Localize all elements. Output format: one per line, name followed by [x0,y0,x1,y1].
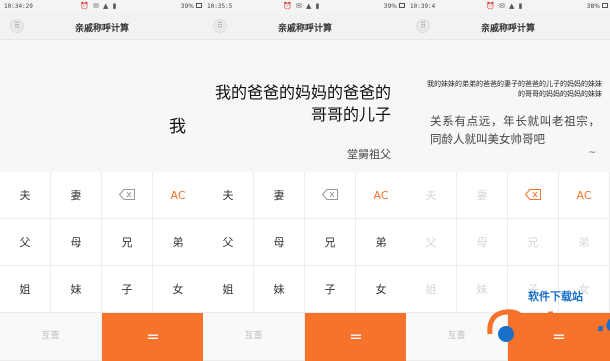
title-bar: ⠿ 亲戚称呼计算 [406,13,610,40]
battery-percent: 39% [180,3,194,10]
key-elder-sister[interactable]: 姐 [203,266,254,313]
battery-percent: 39% [383,3,397,10]
key-father[interactable]: 父 [406,219,457,266]
keypad: 夫妻 AC 父母兄弟姐妹子女互查 = [203,172,407,361]
status-time: 10:35:5 [207,3,233,10]
key-son[interactable]: 子 [305,266,356,313]
battery-icon [399,3,405,8]
key-elder-sister[interactable]: 姐 [0,266,51,313]
key-daughter[interactable]: 女 [153,266,204,313]
key-younger-sister[interactable]: 妹 [457,266,508,313]
key-younger-sister[interactable]: 妹 [254,266,305,313]
key-mother[interactable]: 母 [457,219,508,266]
key-mother[interactable]: 母 [51,219,102,266]
key-younger-brother[interactable]: 弟 [153,219,204,266]
key-son[interactable]: 子 [102,266,153,313]
key-clear[interactable]: AC [559,172,610,219]
keypad: 夫妻 AC 父母兄弟姐妹子女互查 = [0,172,204,361]
key-younger-sister[interactable]: 妹 [51,266,102,313]
calculator-panel-2: 10:35:5 ⏰ ✉ ▲ ▮ 39% ⠿ 亲戚称呼计算 我的爸爸的妈妈的爸爸的… [203,0,407,361]
status-bar: 10:39:4 ⏰ ✉ ▲ ▮ 38% [406,0,610,13]
title-bar: ⠿ 亲戚称呼计算 [0,13,204,40]
key-wife[interactable]: 妻 [51,172,102,219]
key-mother[interactable]: 母 [254,219,305,266]
reverse-query-button[interactable]: 互查 [0,313,102,361]
key-son[interactable]: 子 [508,266,559,313]
calculator-panel-3: 10:39:4 ⏰ ✉ ▲ ▮ 38% ⠿ 亲戚称呼计算 我的妹妹的弟弟的爸爸的… [406,0,610,361]
app-title: 亲戚称呼计算 [480,24,535,34]
display-area: 我的妹妹的弟弟的爸爸的妻子的爸爸的儿子的妈妈的妹妹的哥哥的妈妈的妈妈的妹妹关系有… [406,40,610,172]
key-elder-sister[interactable]: 姐 [406,266,457,313]
equals-button[interactable]: = [102,313,204,361]
key-daughter[interactable]: 女 [559,266,610,313]
key-elder-brother[interactable]: 兄 [508,219,559,266]
status-icons: ⏰ ✉ ▲ ▮ [80,2,118,10]
display-area: 我 [0,40,204,172]
relation-expression: 我的妹妹的弟弟的爸爸的妻子的爸爸的儿子的妈妈的妹妹的哥哥的妈妈的妈妈的妹妹 [427,80,602,98]
battery-percent: 38% [586,3,600,10]
battery-icon [196,3,202,8]
status-bar: 10:34:29 ⏰ ✉ ▲ ▮ 39% [0,0,204,13]
app-title: 亲戚称呼计算 [277,24,332,34]
key-elder-brother[interactable]: 兄 [102,219,153,266]
input-display: 我 [169,117,186,137]
display-area: 我的爸爸的妈妈的爸爸的哥哥的儿子堂舅祖父 [203,40,407,172]
key-younger-brother[interactable]: 弟 [559,219,610,266]
key-backspace[interactable] [305,172,356,219]
reverse-query-button[interactable]: 互查 [406,313,508,361]
key-backspace[interactable] [508,172,559,219]
backspace-icon [118,173,135,220]
relation-expression: 我的爸爸的妈妈的爸爸的哥哥的儿子 [214,83,391,124]
equals-button[interactable]: = [508,313,610,361]
status-icons: ⏰ ✉ ▲ ▮ [283,2,321,10]
key-clear[interactable]: AC [153,172,204,219]
key-father[interactable]: 父 [0,219,51,266]
key-wife[interactable]: 妻 [457,172,508,219]
key-father[interactable]: 父 [203,219,254,266]
keypad: 夫妻 AC 父母兄弟姐妹子女互查 = [406,172,610,361]
status-icons: ⏰ ✉ ▲ ▮ [486,2,524,10]
key-elder-brother[interactable]: 兄 [305,219,356,266]
key-husband[interactable]: 夫 [203,172,254,219]
status-bar: 10:35:5 ⏰ ✉ ▲ ▮ 39% [203,0,407,13]
equals-button[interactable]: = [305,313,407,361]
key-husband[interactable]: 夫 [0,172,51,219]
key-wife[interactable]: 妻 [254,172,305,219]
relation-result: 关系有点远，年长就叫老祖宗，同龄人就叫美女帅哥吧 [430,114,600,146]
status-time: 10:34:29 [4,3,33,10]
status-time: 10:39:4 [410,3,436,10]
app-title: 亲戚称呼计算 [74,24,129,34]
result-tilde: ~ [588,148,596,158]
key-clear[interactable]: AC [356,172,407,219]
calculator-panel-1: 10:34:29 ⏰ ✉ ▲ ▮ 39% ⠿ 亲戚称呼计算 我 夫妻 AC 父母兄弟… [0,0,204,361]
battery-icon [602,3,608,8]
backspace-icon [524,173,541,220]
title-bar: ⠿ 亲戚称呼计算 [203,13,407,40]
key-husband[interactable]: 夫 [406,172,457,219]
backspace-icon [321,173,338,220]
key-younger-brother[interactable]: 弟 [356,219,407,266]
relation-result: 堂舅祖父 [347,148,391,161]
key-backspace[interactable] [102,172,153,219]
reverse-query-button[interactable]: 互查 [203,313,305,361]
key-daughter[interactable]: 女 [356,266,407,313]
